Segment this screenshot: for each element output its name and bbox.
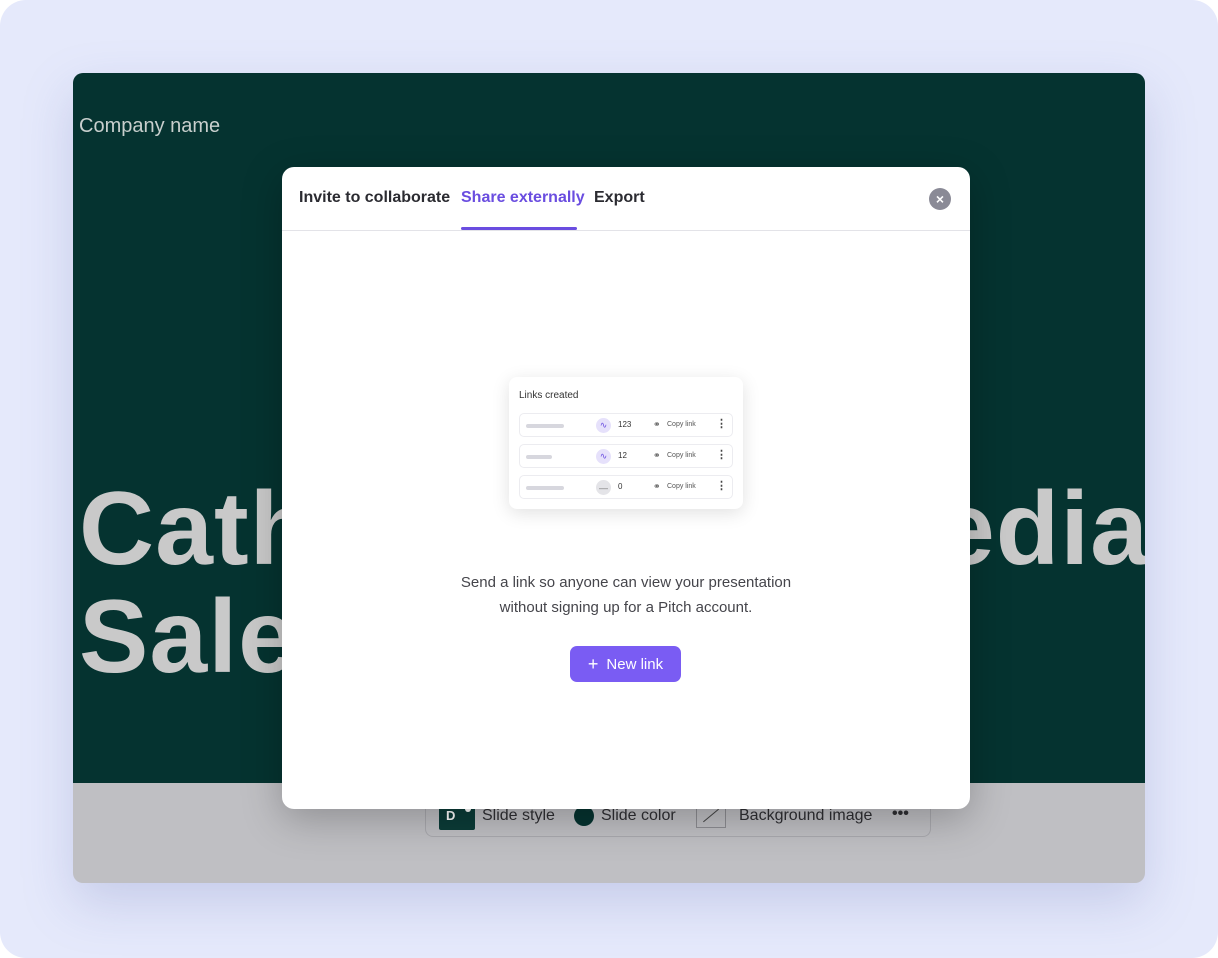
slide-color-button[interactable]: Slide color [601, 807, 676, 825]
links-created-illustration: Links created ∿ 123 ⚭ Copy link ⋮ ∿ 12 ⚭… [509, 377, 743, 509]
active-tab-indicator [461, 227, 577, 230]
view-count: 123 [618, 420, 632, 429]
activity-icon: ∿ [596, 418, 611, 433]
placeholder-bar [526, 455, 552, 459]
tab-invite-to-collaborate[interactable]: Invite to collaborate [299, 189, 450, 207]
link-icon: ⚭ [653, 419, 661, 429]
more-vertical-icon: ⋮ [716, 418, 727, 430]
link-icon: ⚭ [653, 450, 661, 460]
description-line-2: without signing up for a Pitch account. [499, 599, 753, 616]
close-icon[interactable]: × [929, 188, 951, 210]
view-count: 0 [618, 482, 623, 491]
copy-link-label: Copy link [667, 421, 696, 428]
new-link-button[interactable]: + New link [570, 646, 681, 682]
slide-style-badge: D [446, 808, 456, 823]
slide-color-icon[interactable] [574, 806, 594, 826]
share-modal: Invite to collaborate Share externally E… [282, 167, 970, 809]
tab-export[interactable]: Export [594, 189, 645, 207]
placeholder-bar [526, 486, 564, 490]
slide-headline-line1-left[interactable]: Cath [79, 477, 314, 581]
new-link-label: New link [606, 655, 664, 673]
description-line-1: Send a link so anyone can view your pres… [460, 574, 792, 591]
modal-tabs: Invite to collaborate Share externally E… [282, 167, 970, 231]
copy-link-label: Copy link [667, 452, 696, 459]
more-vertical-icon: ⋮ [716, 480, 727, 492]
plus-icon: + [587, 654, 599, 674]
slide-style-button[interactable]: Slide style [482, 807, 555, 825]
illustration-row: ∿ 123 ⚭ Copy link ⋮ [519, 413, 733, 437]
illustration-row: — 0 ⚭ Copy link ⋮ [519, 475, 733, 499]
copy-link-label: Copy link [667, 483, 696, 490]
illustration-title: Links created [519, 390, 579, 401]
illustration-row: ∿ 12 ⚭ Copy link ⋮ [519, 444, 733, 468]
tab-share-externally[interactable]: Share externally [461, 189, 585, 207]
placeholder-bar [526, 424, 564, 428]
activity-icon: ∿ [596, 449, 611, 464]
inactive-icon: — [596, 480, 611, 495]
view-count: 12 [618, 451, 627, 460]
background-image-button[interactable]: Background image [739, 807, 872, 825]
share-description: Send a link so anyone can view your pres… [282, 570, 970, 620]
more-vertical-icon: ⋮ [716, 449, 727, 461]
slide-headline-line2-left[interactable]: Sale [79, 585, 297, 689]
company-name-text[interactable]: Company name [79, 115, 220, 138]
link-icon: ⚭ [653, 481, 661, 491]
